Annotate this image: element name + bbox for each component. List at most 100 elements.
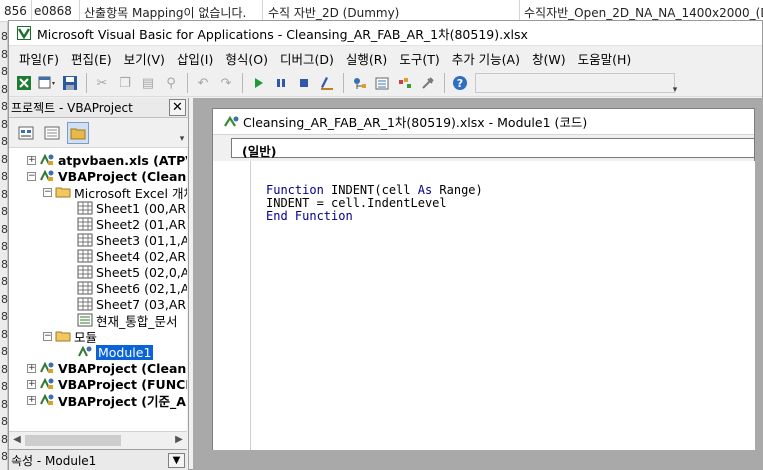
toggle-folders-icon[interactable] — [67, 121, 89, 144]
sheet-icon — [77, 265, 93, 279]
sheet-icon — [77, 201, 93, 215]
menu-help[interactable]: 도움말(H) — [572, 49, 638, 68]
tree-node[interactable]: + VBAProject (Cleansi — [27, 360, 187, 376]
tree-node-label: Microsoft Excel 개체 — [74, 185, 187, 201]
bg-cell-type: 수직 자반_2D (Dummy) — [268, 6, 400, 20]
undo-icon[interactable]: ↶ — [192, 72, 214, 94]
view-excel-icon[interactable] — [13, 72, 35, 94]
menu-debug[interactable]: 디버그(D) — [274, 49, 340, 68]
svg-text:?: ? — [457, 77, 463, 90]
menu-insert[interactable]: 삽입(I) — [171, 49, 219, 68]
reset-icon[interactable] — [293, 72, 315, 94]
tree-node[interactable]: Sheet1 (00,AR,or — [77, 200, 187, 216]
tree-node-label: VBAProject (Cleansi — [58, 168, 187, 184]
expand-icon[interactable]: + — [27, 363, 36, 373]
object-combo[interactable]: (일반) — [231, 138, 755, 159]
tree-node-label: Sheet6 (02,1,AllT — [96, 280, 187, 296]
module-icon — [223, 115, 239, 129]
row-number-stub: 8 — [1, 47, 8, 61]
properties-window-icon[interactable] — [371, 72, 393, 94]
tree-node[interactable]: Module1 — [77, 344, 154, 360]
tree-node[interactable]: Sheet6 (02,1,AllT — [77, 280, 187, 296]
tree-node-label: VBAProject (Cleansi — [58, 360, 187, 376]
find-icon[interactable]: ⚲ — [160, 72, 182, 94]
menu-file[interactable]: 파일(F) — [13, 49, 65, 68]
toolbar-overflow-icon[interactable]: ▾ — [671, 73, 679, 95]
row-number-stub: 8 — [1, 117, 8, 131]
view-object-icon[interactable] — [41, 122, 63, 144]
tree-node[interactable]: − Microsoft Excel 개체 — [43, 184, 187, 201]
row-number-stub: 8 — [1, 187, 8, 201]
menu-edit[interactable]: 편집(E) — [65, 49, 118, 68]
project-tree: + atpvbaen.xls (ATPVI − VBAProject (Cleansi… — [9, 148, 187, 431]
menu-view[interactable]: 보기(V) — [118, 49, 171, 68]
chevron-down-icon[interactable]: ▼ — [168, 453, 185, 468]
row-number-stub: 8 — [1, 432, 8, 446]
bg-cell-id: e0868 — [34, 4, 72, 18]
tree-node[interactable]: + atpvbaen.xls (ATPVI — [27, 152, 187, 168]
tree-node[interactable]: − 모듈 — [43, 328, 98, 345]
expand-icon[interactable]: + — [27, 379, 36, 389]
background-excel-row: 856 e0868 산출항목 Mapping이 없습니다. 수직 자반_2D (… — [0, 0, 763, 22]
menu-tools[interactable]: 도구(T) — [393, 49, 445, 68]
menu-format[interactable]: 형식(O) — [219, 49, 274, 68]
project-explorer-toolbar: ▾ — [9, 118, 188, 148]
object-browser-icon[interactable] — [394, 72, 416, 94]
save-icon[interactable] — [59, 72, 81, 94]
tree-node[interactable]: Sheet4 (02,AR,piv — [77, 248, 187, 264]
paste-icon[interactable]: ▤ — [137, 72, 159, 94]
run-icon[interactable] — [247, 72, 269, 94]
code-window-titlebar: Cleansing_AR_FAB_AR_1차(80519).xlsx - Mod… — [213, 109, 754, 135]
row-number-stub: 8 — [1, 82, 8, 96]
row-number-stub: 8 — [1, 65, 8, 78]
panel-toolbar-overflow-icon[interactable]: ▾ — [178, 122, 186, 144]
close-icon[interactable]: ✕ — [169, 99, 186, 116]
module-icon — [77, 345, 93, 359]
tree-horizontal-scrollbar[interactable]: ◀ ▶ — [9, 431, 187, 448]
vbaproject-icon — [39, 361, 55, 375]
redo-icon[interactable]: ↷ — [215, 72, 237, 94]
line-col-indicator — [475, 73, 675, 93]
row-number-stub: 8 — [1, 310, 8, 323]
scroll-thumb[interactable] — [25, 435, 121, 446]
collapse-icon[interactable]: − — [43, 187, 52, 197]
project-explorer: 프로젝트 - VBAProject ✕ ▾ + atpvbaen.xls (ATP… — [9, 98, 189, 470]
tree-node[interactable]: Sheet2 (01,AR,cle — [77, 216, 187, 232]
menu-run[interactable]: 실행(R) — [340, 49, 393, 68]
collapse-icon[interactable]: − — [43, 331, 52, 341]
menu-window[interactable]: 창(W) — [526, 49, 572, 68]
row-number-stub: 8 — [1, 292, 8, 306]
tree-node[interactable]: Sheet5 (02,0,AR,r — [77, 264, 187, 280]
design-mode-icon[interactable] — [316, 72, 338, 94]
tree-node-label: Sheet3 (01,1,AR,a — [96, 232, 187, 248]
copy-icon[interactable]: ❐ — [114, 72, 136, 94]
menu-addins[interactable]: 추가 기능(A) — [446, 49, 526, 68]
code-text: INDENT = cell.IndentLevel — [266, 196, 447, 211]
code-editor[interactable]: Function INDENT(cell As Range) INDENT = c… — [251, 161, 755, 450]
title-bar: Microsoft Visual Basic for Applications … — [9, 21, 762, 46]
project-explorer-icon[interactable] — [348, 72, 370, 94]
folder-icon — [55, 185, 71, 199]
code-window-title: Cleansing_AR_FAB_AR_1차(80519).xlsx - Mod… — [243, 115, 588, 130]
scroll-right-icon[interactable]: ▶ — [172, 434, 186, 446]
toolbox-icon[interactable] — [417, 72, 439, 94]
tree-node-label: Sheet7 (03,AR,Ne — [96, 296, 187, 312]
properties-header: 속성 - Module1 ▼ — [9, 449, 187, 470]
scroll-left-icon[interactable]: ◀ — [10, 434, 24, 446]
insert-module-icon[interactable] — [36, 72, 58, 94]
vbaproject-icon — [39, 377, 55, 391]
vba-app-icon — [17, 26, 31, 40]
collapse-icon[interactable]: − — [27, 171, 36, 181]
tree-node-label: atpvbaen.xls (ATPVI — [58, 152, 187, 168]
pause-icon[interactable] — [270, 72, 292, 94]
project-explorer-header: 프로젝트 - VBAProject ✕ — [9, 98, 188, 118]
sheet-icon — [77, 233, 93, 247]
cut-icon[interactable]: ✂ — [91, 72, 113, 94]
tree-node-label: 모듈 — [74, 329, 98, 345]
expand-icon[interactable]: + — [27, 395, 36, 405]
view-code-icon[interactable] — [15, 122, 37, 144]
tree-node[interactable]: Sheet3 (01,1,AR,a — [77, 232, 187, 248]
expand-icon[interactable]: + — [27, 155, 36, 165]
tree-node[interactable]: + VBAProject (기준_AR — [27, 392, 187, 409]
help-icon[interactable]: ? — [449, 72, 471, 94]
